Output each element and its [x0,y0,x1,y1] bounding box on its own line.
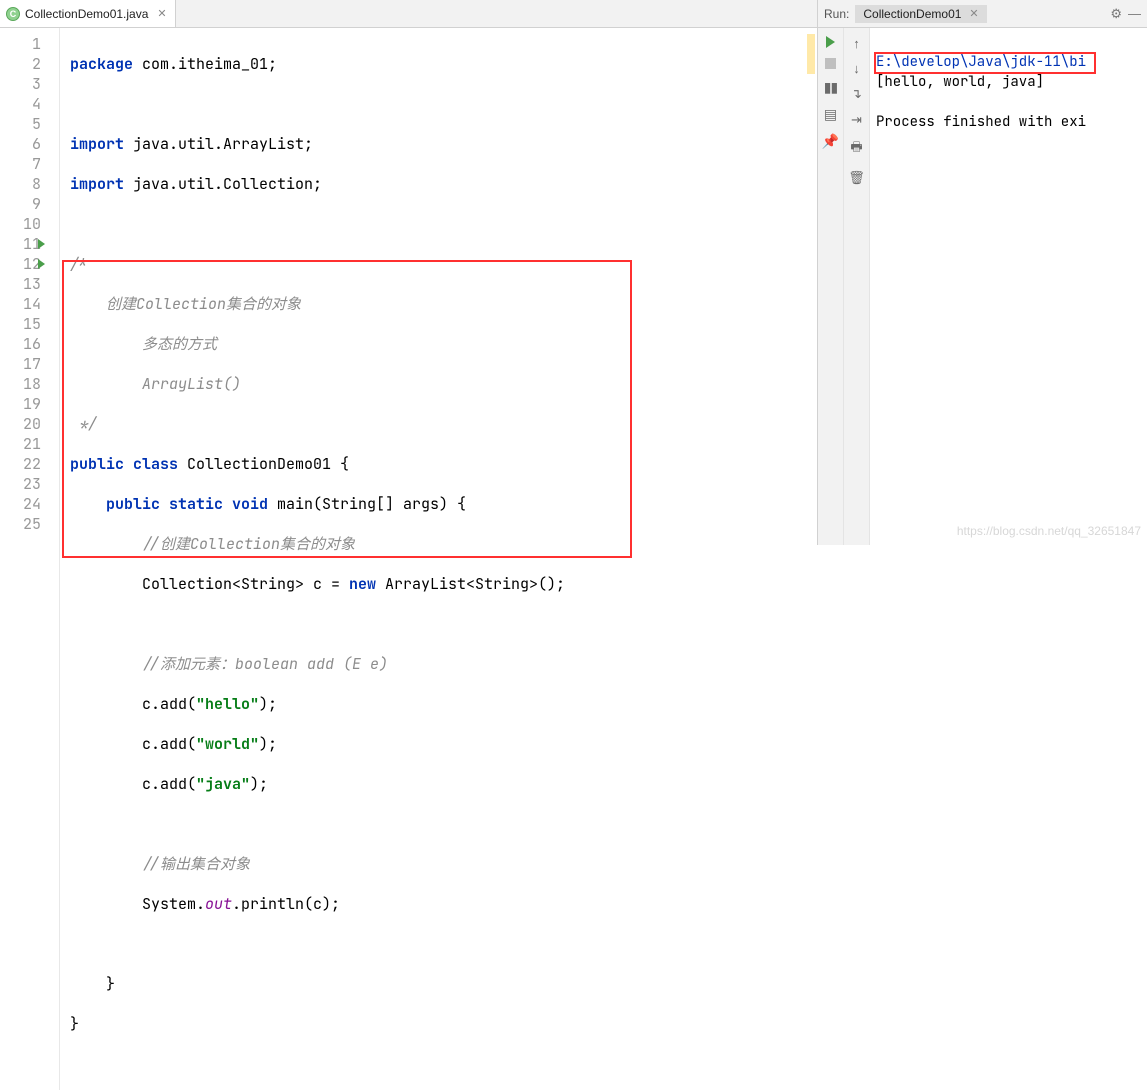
editor-tab-bar: C CollectionDemo01.java ✕ [0,0,817,28]
stop-icon[interactable] [825,58,836,69]
minimize-icon[interactable]: — [1128,6,1141,21]
print-icon[interactable]: 🖶 [850,138,862,160]
java-class-icon: C [6,7,20,21]
jdk-path: E:\develop\Java\jdk-11\bi [876,53,1086,71]
line-number-gutter: 1234 5678 9101112 13141516 17181920 2122… [0,28,60,1090]
console-output[interactable]: E:\develop\Java\jdk-11\bi [hello, world,… [870,28,1147,545]
watermark: https://blog.csdn.net/qq_32651847 [957,521,1141,541]
down-icon[interactable]: ↓ [853,61,860,76]
pause-icon[interactable]: ▮▮ [824,79,837,96]
run-config-name: CollectionDemo01 [863,7,961,21]
soft-wrap-icon[interactable]: ↴ [851,86,862,102]
program-output: [hello, world, java] [876,73,1044,91]
exit-message: Process finished with exi [876,113,1086,131]
source-code[interactable]: package com.itheima_01; import java.util… [60,28,817,1090]
rerun-icon[interactable] [826,36,835,48]
file-tab-label: CollectionDemo01.java [25,7,148,21]
code-area: 1234 5678 9101112 13141516 17181920 2122… [0,28,817,1090]
inspection-marker [807,34,815,74]
run-toolbar-right: ↑ ↓ ↴ ⇥ 🖶 🗑 [844,28,870,545]
run-tool-window: Run: CollectionDemo01 ✕ ⚙ — ▮▮ ▤ 📌 ↑ ↓ ↴… [818,0,1147,545]
scroll-to-end-icon[interactable]: ⇥ [851,112,862,128]
run-gutter-icon[interactable] [38,239,45,249]
clear-icon[interactable]: 🗑 [848,170,865,186]
close-icon[interactable]: ✕ [969,7,978,20]
pin-icon[interactable]: 📌 [822,133,839,150]
run-header: Run: CollectionDemo01 ✕ ⚙ — [818,0,1147,28]
file-tab[interactable]: C CollectionDemo01.java ✕ [0,0,176,27]
run-body: ▮▮ ▤ 📌 ↑ ↓ ↴ ⇥ 🖶 🗑 E:\develop\Java\jdk-1… [818,28,1147,545]
keyword: package [70,54,133,74]
close-icon[interactable]: ✕ [157,7,166,20]
keyword: import [70,174,124,194]
layout-icon[interactable]: ▤ [824,106,837,123]
run-label: Run: [824,7,849,21]
run-gutter-icon[interactable] [38,259,45,269]
gear-icon[interactable]: ⚙ [1110,6,1122,22]
up-icon[interactable]: ↑ [853,36,860,51]
editor-pane: C CollectionDemo01.java ✕ 1234 5678 9101… [0,0,818,545]
keyword: import [70,134,124,154]
run-config-tab[interactable]: CollectionDemo01 ✕ [855,5,986,23]
run-toolbar-left: ▮▮ ▤ 📌 [818,28,844,545]
